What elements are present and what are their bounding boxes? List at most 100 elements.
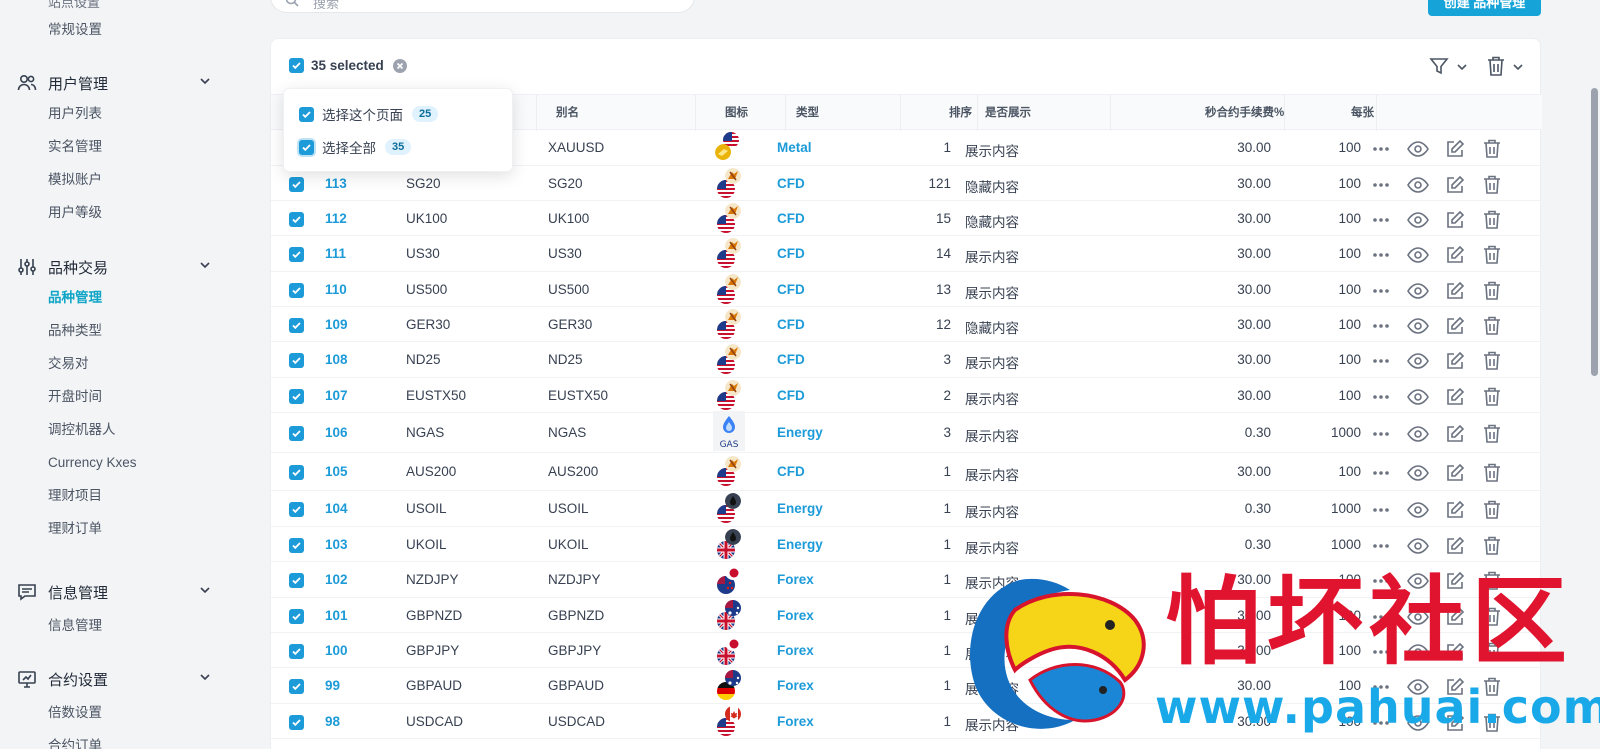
select-all-checkbox[interactable] bbox=[289, 58, 304, 73]
row-id-link[interactable]: 113 bbox=[325, 176, 347, 191]
edit-icon[interactable] bbox=[1443, 498, 1466, 521]
row-id-link[interactable]: 111 bbox=[325, 246, 346, 261]
row-type-link[interactable]: Forex bbox=[777, 608, 814, 623]
row-id-link[interactable]: 101 bbox=[325, 608, 348, 623]
more-icon[interactable] bbox=[1369, 498, 1392, 521]
table-row[interactable]: 108 ND25 ND25 CFD 3 展示内容 30.00 100 bbox=[271, 342, 1542, 378]
row-checkbox[interactable] bbox=[289, 644, 304, 659]
sidebar-item-wealth-orders[interactable]: 理财订单 bbox=[48, 519, 102, 539]
row-id-link[interactable]: 108 bbox=[325, 352, 348, 367]
sidebar-item-user-list[interactable]: 用户列表 bbox=[48, 104, 102, 124]
sidebar-item-symbol-management[interactable]: 品种管理 bbox=[48, 288, 102, 308]
sidebar-item-wealth-products[interactable]: 理财项目 bbox=[48, 486, 102, 506]
edit-icon[interactable] bbox=[1443, 461, 1466, 484]
row-checkbox[interactable] bbox=[289, 573, 304, 588]
page-scrollbar[interactable] bbox=[1589, 0, 1600, 749]
row-id-link[interactable]: 105 bbox=[325, 464, 348, 479]
table-row[interactable]: 106 NGAS NGAS GAS Energy 3 展示内容 0.30 1000 bbox=[271, 411, 1542, 453]
row-type-link[interactable]: Metal bbox=[777, 140, 812, 155]
row-checkbox[interactable] bbox=[289, 715, 304, 730]
view-icon[interactable] bbox=[1406, 534, 1429, 557]
sidebar-item-info[interactable]: 信息管理 bbox=[48, 616, 102, 636]
row-type-link[interactable]: Forex bbox=[777, 572, 814, 587]
row-id-link[interactable]: 106 bbox=[325, 425, 348, 440]
view-icon[interactable] bbox=[1406, 314, 1429, 337]
select-page-option[interactable]: 选择这个页面 25 bbox=[299, 104, 439, 124]
view-icon[interactable] bbox=[1406, 279, 1429, 302]
sidebar-item-demo-account[interactable]: 模拟账户 bbox=[48, 170, 102, 190]
column-header-type[interactable]: 类型 bbox=[796, 95, 819, 131]
edit-icon[interactable] bbox=[1443, 173, 1466, 196]
edit-icon[interactable] bbox=[1443, 534, 1466, 557]
scrollbar-thumb[interactable] bbox=[1591, 88, 1598, 376]
table-row[interactable]: 111 US30 US30 CFD 14 展示内容 30.00 100 bbox=[271, 236, 1542, 272]
edit-icon[interactable] bbox=[1443, 385, 1466, 408]
row-checkbox[interactable] bbox=[289, 212, 304, 227]
row-checkbox[interactable] bbox=[289, 283, 304, 298]
table-row[interactable]: 105 AUS200 AUS200 CFD 1 展示内容 30.00 100 bbox=[271, 453, 1542, 491]
row-type-link[interactable]: CFD bbox=[777, 388, 805, 403]
sidebar-item-control-robot[interactable]: 调控机器人 bbox=[48, 420, 116, 440]
edit-icon[interactable] bbox=[1443, 137, 1466, 160]
row-type-link[interactable]: Energy bbox=[777, 501, 823, 516]
row-type-link[interactable]: CFD bbox=[777, 352, 805, 367]
edit-icon[interactable] bbox=[1443, 279, 1466, 302]
delete-icon[interactable] bbox=[1480, 385, 1503, 408]
more-icon[interactable] bbox=[1369, 314, 1392, 337]
view-icon[interactable] bbox=[1406, 137, 1429, 160]
select-all-option[interactable]: 选择全部 35 bbox=[299, 137, 412, 157]
sidebar-item-kyc[interactable]: 实名管理 bbox=[48, 137, 102, 157]
sidebar-item-general-settings[interactable]: 常规设置 bbox=[48, 20, 102, 40]
row-id-link[interactable]: 110 bbox=[325, 282, 347, 297]
select-page-checkbox[interactable] bbox=[299, 106, 314, 122]
row-checkbox[interactable] bbox=[289, 389, 304, 404]
row-id-link[interactable]: 104 bbox=[325, 501, 348, 516]
sidebar-group-trading[interactable]: 品种交易 bbox=[16, 255, 211, 279]
sidebar-group-info-management[interactable]: 信息管理 bbox=[16, 580, 211, 604]
sidebar-item-contract-orders[interactable]: 合约订单 bbox=[48, 736, 102, 749]
view-icon[interactable] bbox=[1406, 461, 1429, 484]
row-checkbox[interactable] bbox=[289, 426, 304, 441]
sidebar-item-site-settings[interactable]: 站点设置 bbox=[48, 0, 100, 11]
view-icon[interactable] bbox=[1406, 173, 1429, 196]
row-type-link[interactable]: CFD bbox=[777, 211, 805, 226]
more-icon[interactable] bbox=[1369, 208, 1392, 231]
filter-button[interactable] bbox=[1428, 55, 1468, 82]
sidebar-group-contract-settings[interactable]: 合约设置 bbox=[16, 667, 211, 691]
row-type-link[interactable]: Forex bbox=[777, 714, 814, 729]
row-checkbox[interactable] bbox=[289, 538, 304, 553]
row-checkbox[interactable] bbox=[289, 465, 304, 480]
more-icon[interactable] bbox=[1369, 243, 1392, 266]
row-type-link[interactable]: CFD bbox=[777, 246, 805, 261]
view-icon[interactable] bbox=[1406, 349, 1429, 372]
delete-icon[interactable] bbox=[1480, 173, 1503, 196]
column-header-alias[interactable]: 别名 bbox=[556, 95, 579, 131]
column-header-sort[interactable]: 排序 bbox=[949, 95, 972, 131]
delete-icon[interactable] bbox=[1480, 349, 1503, 372]
table-row[interactable]: 110 US500 US500 CFD 13 展示内容 30.00 100 bbox=[271, 272, 1542, 307]
row-id-link[interactable]: 102 bbox=[325, 572, 348, 587]
sidebar-group-user-management[interactable]: 用户管理 bbox=[16, 71, 211, 95]
table-row[interactable]: 103 UKOIL UKOIL Energy 1 展示内容 0.30 1000 bbox=[271, 527, 1542, 562]
delete-icon[interactable] bbox=[1480, 534, 1503, 557]
create-button[interactable]: 创建 品种管理 bbox=[1428, 0, 1541, 16]
edit-icon[interactable] bbox=[1443, 208, 1466, 231]
more-icon[interactable] bbox=[1369, 349, 1392, 372]
more-icon[interactable] bbox=[1369, 422, 1392, 445]
more-icon[interactable] bbox=[1369, 279, 1392, 302]
row-id-link[interactable]: 103 bbox=[325, 537, 348, 552]
more-icon[interactable] bbox=[1369, 137, 1392, 160]
row-checkbox[interactable] bbox=[289, 353, 304, 368]
row-checkbox[interactable] bbox=[289, 177, 304, 192]
delete-icon[interactable] bbox=[1480, 243, 1503, 266]
more-icon[interactable] bbox=[1369, 534, 1392, 557]
sidebar-item-symbol-types[interactable]: 品种类型 bbox=[48, 321, 102, 341]
row-type-link[interactable]: Energy bbox=[777, 425, 823, 440]
delete-icon[interactable] bbox=[1480, 461, 1503, 484]
sidebar-item-trading-pairs[interactable]: 交易对 bbox=[48, 354, 89, 374]
delete-icon[interactable] bbox=[1480, 208, 1503, 231]
row-checkbox[interactable] bbox=[289, 609, 304, 624]
column-header-icon[interactable]: 图标 bbox=[725, 95, 748, 131]
row-type-link[interactable]: Forex bbox=[777, 643, 814, 658]
select-all-pages-checkbox[interactable] bbox=[299, 139, 314, 155]
